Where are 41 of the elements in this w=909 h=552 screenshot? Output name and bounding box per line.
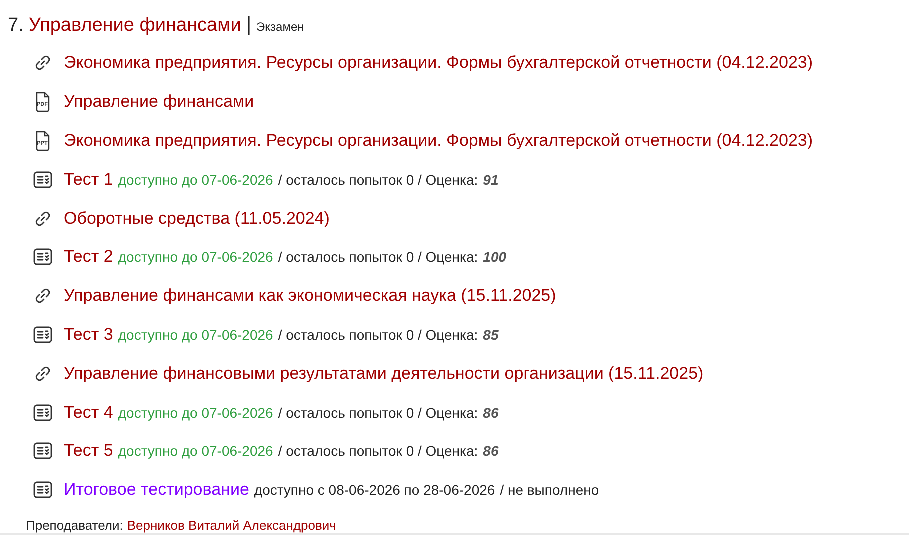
test-status: / осталось попыток 0 / Оценка: — [278, 404, 478, 421]
grade-value: 86 — [483, 443, 499, 460]
checklist-icon — [33, 441, 53, 462]
link-title[interactable]: Экономика предприятия. Ресурсы организации. Формы бухгалтерской отчетности (04.12.2023) — [64, 53, 814, 74]
availability-text: доступно до 07-06-2026 — [118, 404, 274, 421]
checklist-icon — [33, 480, 53, 500]
grade-value: 91 — [483, 172, 499, 188]
separator: | — [246, 14, 252, 37]
checklist-icon — [33, 402, 53, 423]
link-title[interactable]: Управление финансами как экономическая наука (15.11.2025) — [64, 286, 556, 306]
checklist-icon — [33, 170, 53, 190]
test-status: / осталось попыток 0 / Оценка: — [278, 172, 478, 188]
availability-text: доступно до 07-06-2026 — [118, 172, 274, 188]
teacher-name[interactable]: Верников Виталий Александрович — [127, 518, 336, 533]
availability-text: доступно до 07-06-2026 — [118, 326, 274, 343]
test-title[interactable]: Тест 1 — [64, 170, 114, 190]
test-title[interactable]: Тест 3 — [64, 324, 114, 345]
grade-value: 100 — [483, 249, 507, 266]
test-status: / осталось попыток 0 / Оценка: — [278, 249, 478, 266]
checklist-icon — [33, 324, 53, 345]
module-type: Экзамен — [256, 20, 304, 34]
file-title[interactable]: Управление финансами — [64, 92, 254, 112]
teachers-label: Преподаватели: — [26, 518, 124, 533]
module-title[interactable]: Управление финансами — [28, 15, 242, 37]
test-status: / не выполнено — [500, 482, 600, 498]
checklist-icon — [33, 247, 53, 268]
test-title[interactable]: Тест 4 — [64, 402, 114, 423]
grade-value: 86 — [483, 404, 499, 421]
link-title[interactable]: Оборотные средства (11.05.2024) — [64, 208, 330, 229]
test-status: / осталось попыток 0 / Оценка: — [278, 443, 478, 460]
file-title[interactable]: Экономика предприятия. Ресурсы организации. Формы бухгалтерской отчетности (04.12.2023) — [64, 130, 814, 151]
test-title[interactable]: Тест 5 — [64, 441, 114, 462]
availability-text: доступно с 08-06-2026 по 28-06-2026 — [254, 482, 496, 498]
test-title[interactable]: Итоговое тестирование — [64, 480, 250, 500]
module-number: 7. — [8, 15, 24, 37]
grade-value: 85 — [483, 326, 499, 343]
test-status: / осталось попыток 0 / Оценка: — [278, 326, 478, 343]
test-title[interactable]: Тест 2 — [64, 247, 114, 268]
availability-text: доступно до 07-06-2026 — [118, 249, 274, 266]
availability-text: доступно до 07-06-2026 — [118, 443, 274, 460]
link-title[interactable]: Управление финансовыми результатами деятельности организации (15.11.2025) — [64, 364, 704, 384]
